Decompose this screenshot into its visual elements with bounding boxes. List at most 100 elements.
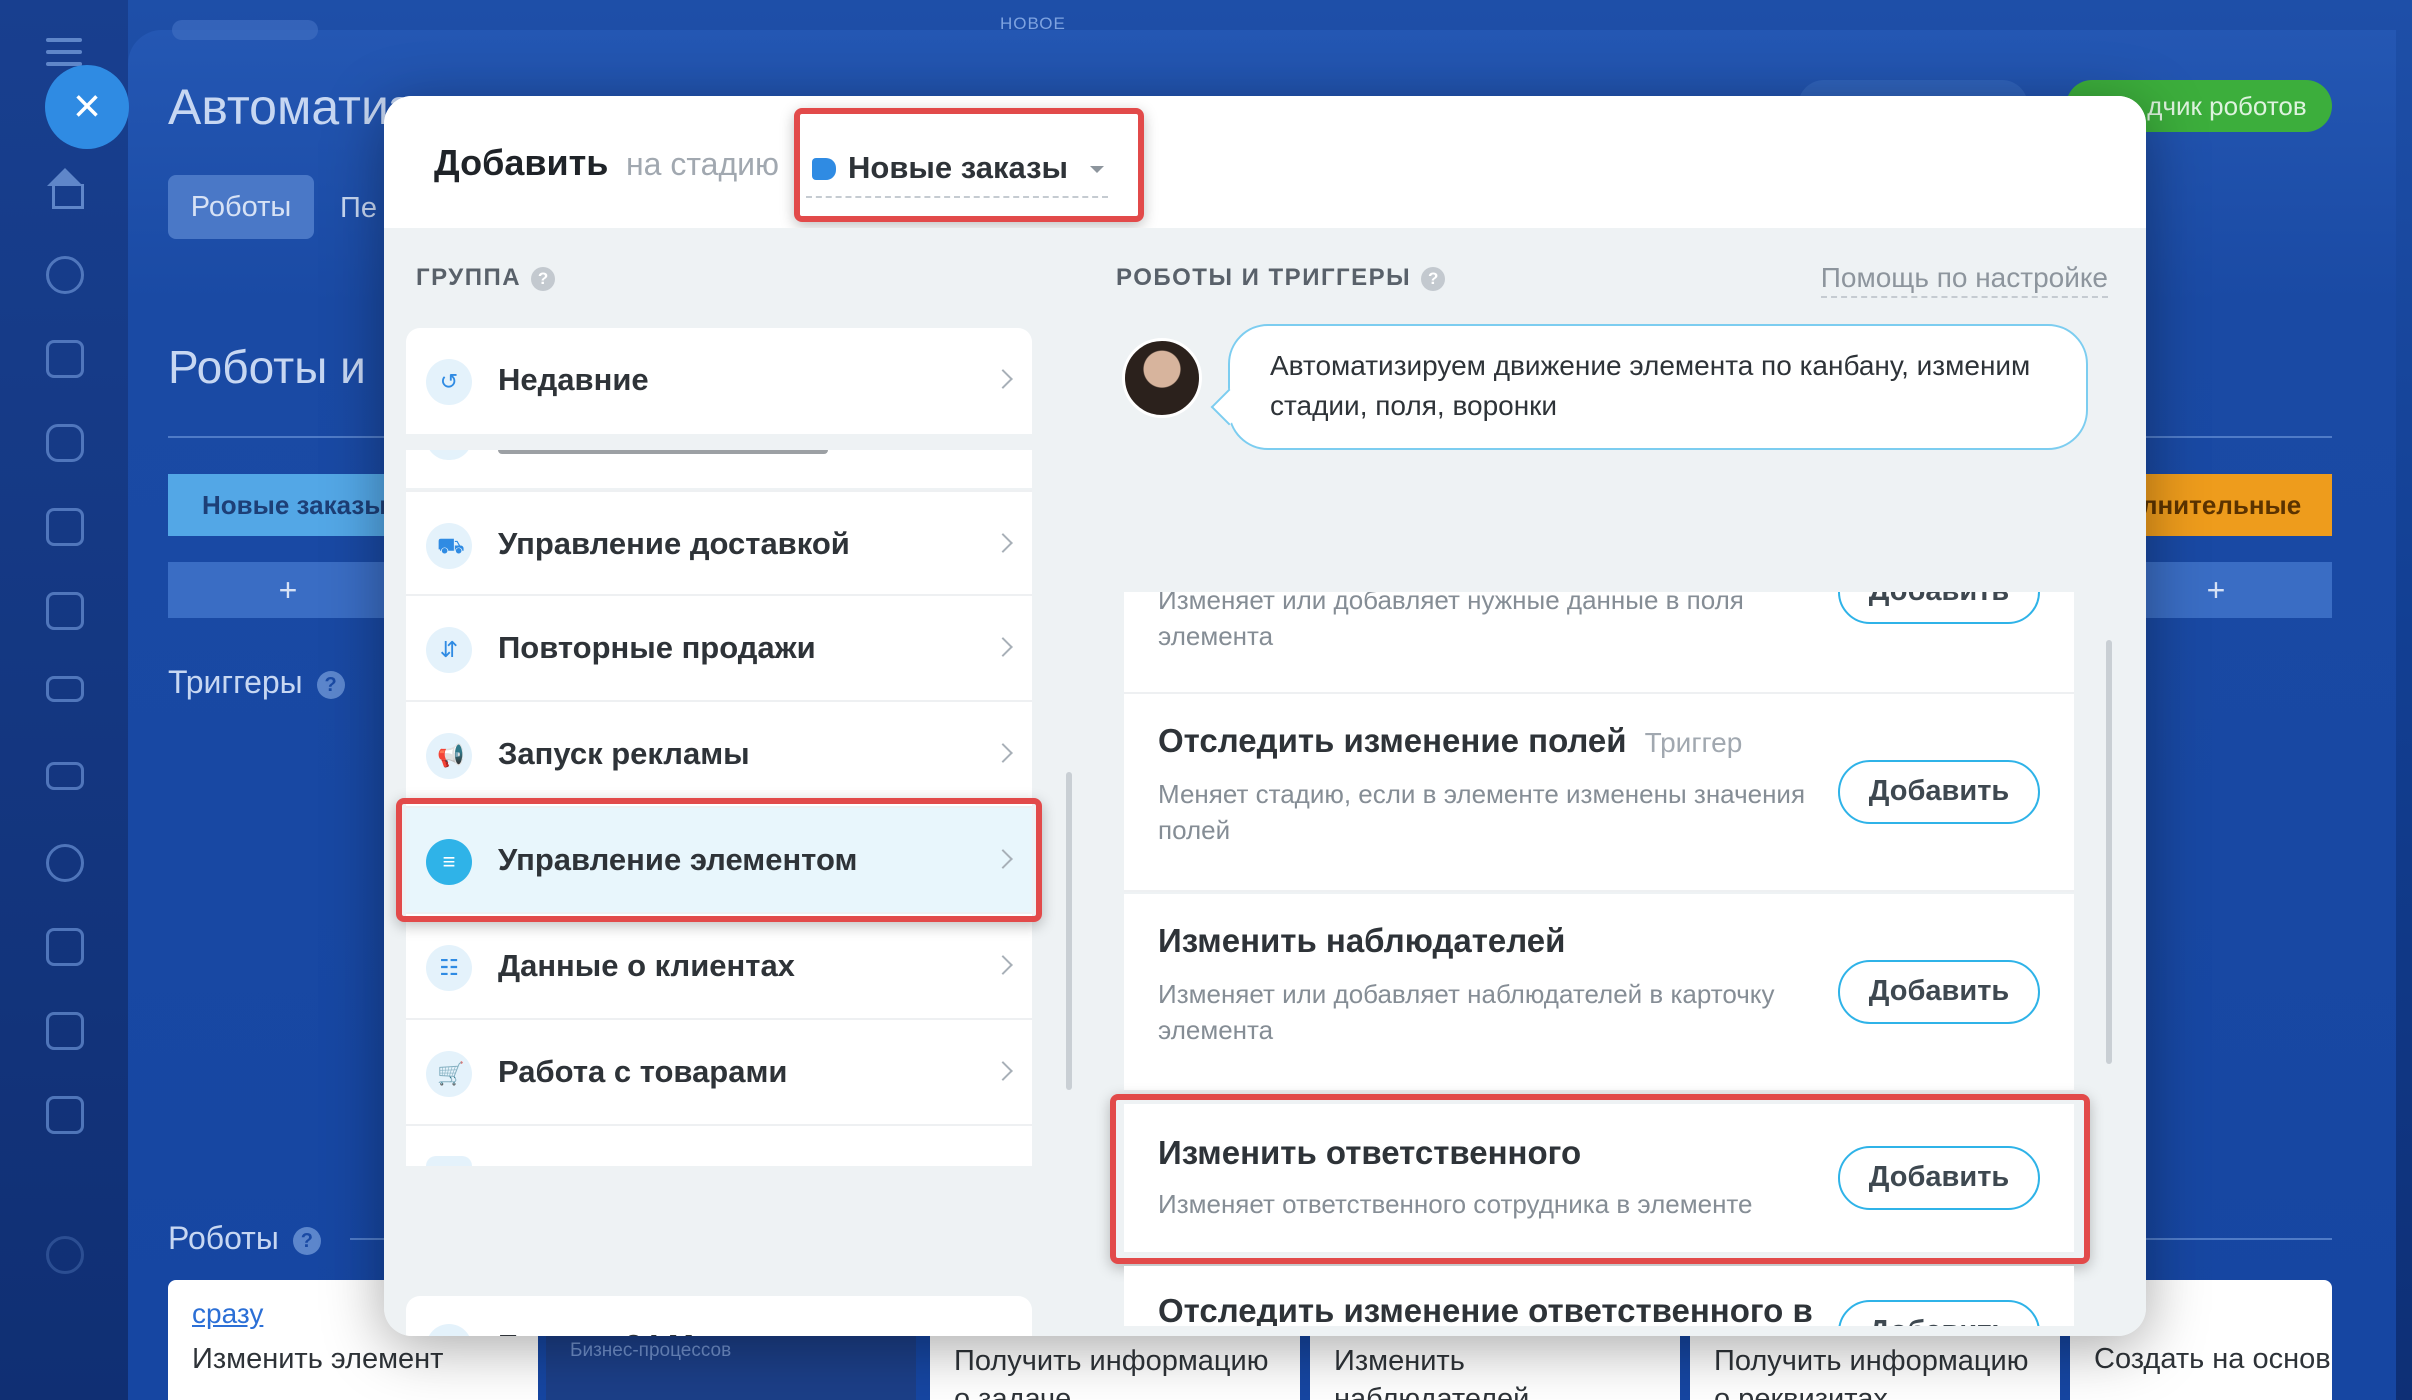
group-item-products[interactable]: 🛒 Работа с товарами <box>406 1020 1032 1126</box>
partial-icon <box>426 1156 472 1166</box>
calendar-icon[interactable] <box>46 508 84 546</box>
mail-icon[interactable] <box>46 762 84 790</box>
robot-description: Изменяет или добавляет нужные данные в п… <box>1158 592 1744 651</box>
tab-second[interactable]: Пе <box>340 192 377 225</box>
robots-heading: РОБОТЫ И ТРИГГЕРЫ? <box>1116 264 1446 292</box>
add-robot-button[interactable]: Добавить <box>1838 592 2040 624</box>
close-slider-icon[interactable]: × <box>45 65 129 149</box>
robot-title: Изменить ответственного <box>1158 1134 1582 1171</box>
help-icon[interactable]: ? <box>292 1226 321 1255</box>
home-icon[interactable] <box>44 168 86 209</box>
robot-type: Триггер <box>1644 727 1743 758</box>
triggers-heading: Триггеры? <box>168 664 345 701</box>
robot-card-mini: Бизнес-процессов <box>570 1340 732 1361</box>
chat-icon[interactable] <box>46 424 84 462</box>
triggers-label: Триггеры <box>168 664 303 700</box>
section-title: Роботы и <box>168 341 366 393</box>
group-item-recent[interactable]: ↺ Недавние <box>406 328 1032 434</box>
stage-new-orders[interactable]: Новые заказы <box>168 474 408 536</box>
group-item-label: Повторные продажи <box>498 630 816 665</box>
group-item-label: Работа с товарами <box>498 1054 788 1089</box>
partial-label <box>498 450 828 454</box>
contacts-icon[interactable] <box>46 844 84 882</box>
chevron-right-icon <box>993 533 1013 553</box>
filter-icon: ≡ <box>426 839 472 885</box>
app-title: Автоматиз <box>168 79 412 135</box>
chevron-right-icon <box>993 955 1013 975</box>
robot-card-title: Создать на основ <box>2094 1343 2331 1375</box>
rail-icon-1[interactable] <box>46 256 84 294</box>
robot-card-title: Получить информацию о реквизитах <box>1714 1345 2029 1400</box>
robot-title: Отследить изменение полей <box>1158 722 1627 759</box>
group-item-delivery[interactable]: ⛟ Управление доставкой <box>406 490 1032 596</box>
robots-scrollbar[interactable] <box>2106 640 2112 1064</box>
stage-selector-label: Новые заказы <box>848 150 1068 185</box>
robot-description: Изменяет или добавляет наблюдателей в ка… <box>1158 979 1775 1045</box>
dialog-subtitle: на стадию <box>626 146 779 182</box>
robot-item-change-responsible: Изменить ответственного Изменяет ответст… <box>1124 1104 2074 1254</box>
add-robot-button[interactable]: Добавить <box>1838 1146 2040 1210</box>
group-item-label: Данные о клиентах <box>498 948 795 983</box>
help-icon[interactable]: ? <box>1421 266 1446 291</box>
robots-column: РОБОТЫ И ТРИГГЕРЫ? Помощь по настройке А… <box>1094 228 2146 1336</box>
stage-underline <box>806 196 1108 198</box>
list-bottom-mask <box>1124 1326 2074 1336</box>
tasks-icon[interactable] <box>46 1096 84 1134</box>
group-scrollbar[interactable] <box>1066 772 1072 1090</box>
robots-heading: Роботы? <box>168 1220 321 1257</box>
group-item-client-data[interactable]: ☷ Данные о клиентах <box>406 914 1032 1020</box>
chevron-right-icon <box>993 743 1013 763</box>
group-item-label: Управление элементом <box>498 842 858 877</box>
menu-icon[interactable] <box>46 38 82 68</box>
robots-heading-label: РОБОТЫ И ТРИГГЕРЫ <box>1116 264 1412 291</box>
market-button[interactable]: ⌂ Битрикс24.Маркет <box>406 1296 1032 1336</box>
rail-icon-2[interactable] <box>46 340 84 378</box>
card-icon[interactable] <box>46 676 84 702</box>
robot-title-row: Отследить изменение полей Триггер <box>1158 718 1742 766</box>
group-item-label: Управление доставкой <box>498 526 850 561</box>
group-item-label: Недавние <box>498 362 649 397</box>
truck-icon: ⛟ <box>426 523 472 569</box>
robot-item-change-fields: Изменяет или добавляет нужные данные в п… <box>1124 592 2074 694</box>
new-label: НОВОЕ <box>1000 14 1066 33</box>
group-column: ГРУППА? ↺ Недавние ⛟ Управление доставко… <box>384 228 1094 1336</box>
group-item-ads[interactable]: 📢 Запуск рекламы <box>406 702 1032 808</box>
pen-icon[interactable] <box>46 928 84 966</box>
document-icon[interactable] <box>46 592 84 630</box>
tab-robots[interactable]: Роботы <box>168 175 314 239</box>
cart-icon: 🛒 <box>426 1051 472 1097</box>
robots-label: Роботы <box>168 1220 279 1256</box>
help-icon[interactable]: ? <box>316 670 345 699</box>
group-heading-label: ГРУППА <box>416 264 522 291</box>
group-item-repeat-sales[interactable]: ⇵ Повторные продажи <box>406 596 1032 702</box>
help-icon[interactable]: ? <box>531 266 556 291</box>
robot-card-title: Изменить наблюдателей <box>1334 1345 1530 1400</box>
stage-selector[interactable]: Новые заказы <box>798 136 1128 202</box>
setup-help-link[interactable]: Помощь по настройке <box>1820 262 2108 298</box>
dialog-header: Добавить на стадию Новые заказы <box>384 96 2146 228</box>
robot-title: Изменить наблюдателей <box>1158 922 1566 959</box>
stage-color-icon <box>812 158 836 180</box>
add-robot-button[interactable]: Добавить <box>1838 960 2040 1024</box>
group-item-partial[interactable] <box>406 450 1032 488</box>
chevron-right-icon <box>993 637 1013 657</box>
market-label: Битрикс24.Маркет <box>498 1328 778 1336</box>
group-heading: ГРУППА? <box>416 264 556 292</box>
group-item-partial-bottom[interactable] <box>406 1126 1032 1166</box>
contact-card-icon: ☷ <box>426 945 472 991</box>
market-icon: ⌂ <box>426 1324 472 1336</box>
megaphone-icon: 📢 <box>426 733 472 779</box>
add-robot-button[interactable]: Добавить <box>1838 760 2040 824</box>
chevron-right-icon <box>993 849 1013 869</box>
ghost-tab <box>172 20 318 40</box>
partial-icon <box>426 450 472 460</box>
settings-rail-icon[interactable] <box>46 1236 84 1274</box>
robot-item-track-fields: Отследить изменение полей Триггер Меняет … <box>1124 694 2074 892</box>
robot-description: Изменяет ответственного сотрудника в эле… <box>1158 1189 1753 1219</box>
robot-description: Меняет стадию, если в элементе изменены … <box>1158 779 1806 845</box>
doc-sign-icon[interactable] <box>46 1012 84 1050</box>
robot-item-change-observers: Изменить наблюдателей Изменяет или добав… <box>1124 894 2074 1092</box>
group-item-element-management[interactable]: ≡ Управление элементом <box>406 808 1032 914</box>
assistant-bubble: Автоматизируем движение элемента по канб… <box>1228 324 2088 450</box>
add-stage-robot-button[interactable]: + <box>168 562 408 618</box>
